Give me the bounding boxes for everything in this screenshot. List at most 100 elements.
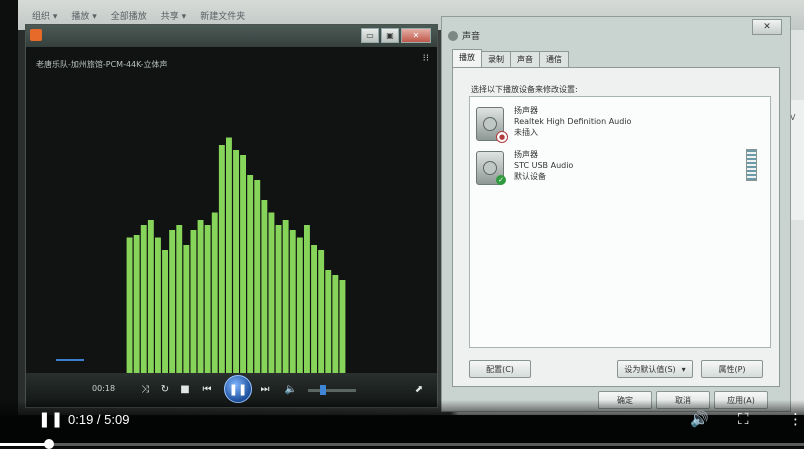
properties-button[interactable]: 属性(P) bbox=[701, 360, 763, 378]
volume-slider[interactable] bbox=[308, 385, 356, 395]
explorer-organize-button[interactable]: 组织 ▾ bbox=[32, 9, 57, 22]
visualizer-bar bbox=[218, 145, 225, 375]
pause-icon[interactable]: ❚❚ bbox=[38, 410, 63, 428]
visualizer-bar bbox=[147, 220, 154, 375]
visualizer-bar bbox=[282, 220, 289, 375]
view-switch-icon[interactable]: ⁝⁝ bbox=[423, 53, 429, 64]
device-driver: STC USB Audio bbox=[514, 161, 574, 170]
visualizer-bar bbox=[332, 275, 339, 375]
visualizer-bar bbox=[296, 237, 303, 375]
device-driver: Realtek High Definition Audio bbox=[514, 117, 632, 126]
minimize-button[interactable]: ▭ bbox=[361, 28, 379, 43]
volume-knob[interactable] bbox=[320, 385, 326, 395]
sound-dialog: 声音 ✕ 播放 录制 声音 通信 选择以下播放设备来修改设置: ● 扬声器 Re… bbox=[441, 16, 791, 412]
player-window-buttons: ▭ ▣ ✕ bbox=[361, 28, 431, 43]
mute-icon[interactable]: 🔈 bbox=[282, 380, 300, 398]
visualizer-bar bbox=[318, 250, 325, 375]
volume-icon[interactable]: 🔊 bbox=[690, 410, 709, 428]
player-close-button[interactable]: ✕ bbox=[401, 28, 431, 43]
instruction-text: 选择以下播放设备来修改设置: bbox=[471, 85, 578, 94]
explorer-play-button[interactable]: 播放 ▾ bbox=[71, 9, 96, 22]
visualizer-bar bbox=[176, 225, 183, 375]
device-text: 扬声器 STC USB Audio 默认设备 bbox=[514, 149, 573, 182]
set-default-label: 设为默认值(S) bbox=[624, 364, 676, 374]
more-icon[interactable]: ⋮ bbox=[788, 410, 803, 428]
configure-button[interactable]: 配置(C) bbox=[469, 360, 531, 378]
repeat-icon[interactable]: ↻ bbox=[156, 380, 174, 398]
visualizer-bar bbox=[311, 245, 317, 375]
visualizer-bar bbox=[339, 280, 346, 375]
video-progress-fill bbox=[0, 443, 50, 446]
visualizer-bar bbox=[325, 270, 332, 375]
visualizer-bar bbox=[140, 225, 147, 375]
device-status: 未插入 bbox=[514, 128, 538, 137]
dropdown-arrow-icon[interactable]: ▾ bbox=[682, 365, 686, 374]
shuffle-icon[interactable]: ⤨ bbox=[136, 380, 154, 398]
visualizer-bar bbox=[162, 250, 168, 375]
unplugged-badge-icon: ● bbox=[496, 131, 508, 143]
visualizer-bar bbox=[247, 175, 254, 375]
device-item-realtek[interactable]: ● 扬声器 Realtek High Definition Audio 未插入 bbox=[476, 105, 766, 145]
video-time: 0:19 / 5:09 bbox=[68, 412, 130, 427]
monitor-screen: 组织 ▾ 播放 ▾ 全部播放 共享 ▾ 新建文件夹 声音V 32 ▭ ▣ ✕ 老… bbox=[18, 0, 804, 415]
visualizer-bar bbox=[169, 230, 176, 375]
switch-to-library-icon[interactable]: ⬈ bbox=[410, 380, 428, 398]
visualizer-bar bbox=[261, 200, 268, 375]
visualizer-bar bbox=[197, 220, 204, 375]
visualizer-svg bbox=[126, 137, 346, 375]
previous-icon[interactable]: ⏮ bbox=[198, 380, 216, 398]
explorer-new-folder-button[interactable]: 新建文件夹 bbox=[200, 9, 245, 22]
device-item-stc-usb[interactable]: ✓ 扬声器 STC USB Audio 默认设备 bbox=[476, 149, 766, 189]
visualizer-bar bbox=[240, 155, 246, 375]
device-status: 默认设备 bbox=[514, 172, 546, 181]
now-playing-title: 老唐乐队-加州旅馆-PCM-44K-立体声 bbox=[36, 60, 168, 69]
tab-recording[interactable]: 录制 bbox=[481, 51, 511, 67]
player-logo-icon bbox=[30, 29, 42, 41]
explorer-play-all-button[interactable]: 全部播放 bbox=[111, 9, 147, 22]
dialog-title: 声音 bbox=[448, 29, 480, 42]
device-list: ● 扬声器 Realtek High Definition Audio 未插入 … bbox=[469, 96, 771, 348]
video-controls-bar: ❚❚ 0:19 / 5:09 🔊 ⛶ ⋮ bbox=[0, 400, 804, 449]
visualizer-bar bbox=[226, 137, 232, 375]
visualizer-bar bbox=[304, 225, 310, 375]
visualizer-bar bbox=[155, 237, 161, 375]
default-check-icon: ✓ bbox=[496, 175, 506, 185]
next-icon[interactable]: ⏭ bbox=[256, 380, 274, 398]
tab-playback[interactable]: 播放 bbox=[452, 49, 482, 67]
fullscreen-icon[interactable]: ⛶ bbox=[738, 410, 749, 428]
visualizer-bar bbox=[289, 230, 296, 375]
dialog-close-button[interactable]: ✕ bbox=[752, 19, 782, 35]
visualizer-bar bbox=[126, 237, 133, 375]
playback-panel: 选择以下播放设备来修改设置: ● 扬声器 Realtek High Defini… bbox=[452, 67, 780, 387]
visualizer-bar bbox=[183, 245, 190, 375]
media-player-window: ▭ ▣ ✕ 老唐乐队-加州旅馆-PCM-44K-立体声 ⁝⁝ 00:18 ⤨ ↻… bbox=[25, 24, 438, 408]
device-name: 扬声器 bbox=[514, 106, 538, 115]
audio-visualizer bbox=[126, 125, 346, 375]
tab-sounds[interactable]: 声音 bbox=[510, 51, 540, 67]
explorer-share-button[interactable]: 共享 ▾ bbox=[161, 9, 186, 22]
device-name: 扬声器 bbox=[514, 150, 538, 159]
video-progress-knob[interactable] bbox=[44, 439, 55, 449]
set-default-button[interactable]: 设为默认值(S) ▾ bbox=[617, 360, 693, 378]
visualizer-bar bbox=[211, 212, 218, 375]
device-text: 扬声器 Realtek High Definition Audio 未插入 bbox=[514, 105, 631, 138]
visualizer-bar bbox=[190, 230, 197, 375]
speaker-icon bbox=[448, 30, 458, 41]
visualizer-bar bbox=[275, 225, 282, 375]
seek-bar-fill[interactable] bbox=[56, 359, 84, 361]
visualizer-bar bbox=[254, 180, 261, 375]
stop-icon[interactable]: ■ bbox=[176, 380, 194, 398]
visualizer-bar bbox=[204, 225, 211, 375]
dialog-tabs: 播放 录制 声音 通信 bbox=[452, 49, 569, 67]
pause-button[interactable]: ❚❚ bbox=[224, 375, 252, 403]
visualizer-bar bbox=[268, 212, 275, 375]
player-title-bar: ▭ ▣ ✕ bbox=[26, 25, 437, 47]
tab-communications[interactable]: 通信 bbox=[539, 51, 569, 67]
video-progress-bar[interactable] bbox=[0, 439, 804, 449]
visualizer-bar bbox=[233, 150, 239, 375]
volume-level-meter bbox=[746, 149, 757, 181]
dialog-title-text: 声音 bbox=[462, 32, 481, 42]
restore-button[interactable]: ▣ bbox=[381, 28, 399, 43]
elapsed-time: 00:18 bbox=[92, 384, 116, 393]
visualizer-bar bbox=[133, 235, 140, 375]
